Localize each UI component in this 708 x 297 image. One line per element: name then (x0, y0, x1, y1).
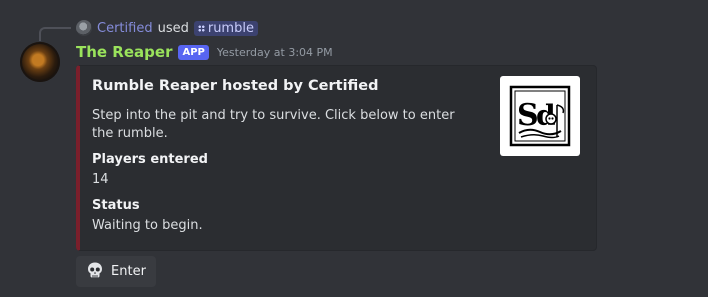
app-badge: APP (178, 44, 209, 60)
reply-username[interactable]: Certified (97, 21, 153, 36)
embed-thumbnail[interactable]: S d (500, 76, 580, 156)
command-name: rumble (207, 20, 254, 36)
field-value-players-entered: 14 (92, 172, 109, 187)
author-name[interactable]: The Reaper (76, 43, 172, 61)
reaper-logo-icon: S d (509, 85, 571, 147)
reply-context: Certified used rumble (76, 19, 258, 37)
reply-used-text: used (157, 20, 189, 36)
field-name-status: Status (92, 198, 140, 213)
embed-card: Rumble Reaper hosted by Certified Step i… (76, 65, 597, 251)
avatar[interactable] (20, 42, 60, 82)
field-name-players-entered: Players entered (92, 152, 208, 167)
message-header: The Reaper APP Yesterday at 3:04 PM (76, 42, 333, 62)
enter-button-label: Enter (111, 264, 146, 279)
reply-connector-line (39, 27, 71, 41)
field-value-status: Waiting to begin. (92, 218, 203, 233)
reply-avatar[interactable] (76, 20, 92, 36)
enter-button[interactable]: Enter (76, 256, 156, 287)
message-timestamp[interactable]: Yesterday at 3:04 PM (217, 46, 333, 59)
slash-command-icon (197, 24, 205, 32)
skull-icon (86, 261, 104, 283)
embed-description: Step into the pit and try to survive. Cl… (92, 108, 455, 141)
embed-title: Rumble Reaper hosted by Certified (92, 78, 379, 94)
command-mention[interactable]: rumble (193, 20, 258, 36)
